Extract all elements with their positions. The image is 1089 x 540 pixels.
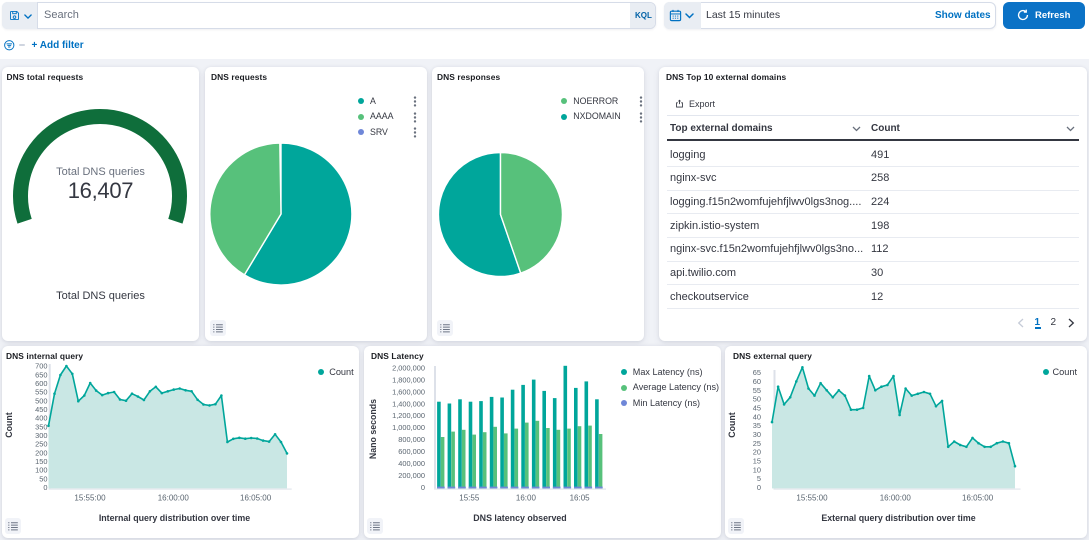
svg-text:65: 65: [753, 368, 761, 377]
svg-text:400,000: 400,000: [398, 459, 425, 468]
svg-text:16:05:00: 16:05:00: [240, 494, 272, 503]
svg-text:400: 400: [35, 414, 47, 423]
svg-text:550: 550: [35, 388, 47, 397]
svg-text:15: 15: [753, 457, 761, 466]
svg-text:20: 20: [753, 448, 761, 457]
svg-text:16:05:00: 16:05:00: [962, 494, 994, 503]
svg-text:30: 30: [753, 430, 761, 439]
svg-text:15:55:00: 15:55:00: [796, 494, 828, 503]
svg-text:15:55:00: 15:55:00: [74, 494, 106, 503]
svg-text:1,600,000: 1,600,000: [392, 387, 425, 396]
svg-text:1,400,000: 1,400,000: [392, 399, 425, 408]
svg-text:0: 0: [421, 483, 425, 492]
svg-text:16:00:00: 16:00:00: [158, 494, 190, 503]
svg-text:350: 350: [35, 422, 47, 431]
svg-text:5: 5: [757, 474, 761, 483]
svg-text:60: 60: [753, 377, 761, 386]
svg-text:600: 600: [35, 379, 47, 388]
svg-text:700: 700: [35, 362, 47, 371]
svg-text:200,000: 200,000: [398, 471, 425, 480]
svg-text:1,800,000: 1,800,000: [392, 375, 425, 384]
svg-text:25: 25: [753, 439, 761, 448]
svg-text:600,000: 600,000: [398, 447, 425, 456]
svg-text:0: 0: [43, 483, 47, 492]
svg-text:50: 50: [753, 395, 761, 404]
svg-text:500: 500: [35, 396, 47, 405]
svg-text:150: 150: [35, 457, 47, 466]
svg-text:45: 45: [753, 404, 761, 413]
svg-text:50: 50: [39, 474, 47, 483]
svg-text:0: 0: [757, 483, 761, 492]
svg-text:55: 55: [753, 386, 761, 395]
svg-text:16:00: 16:00: [516, 494, 537, 503]
svg-text:16:05: 16:05: [570, 494, 591, 503]
svg-text:200: 200: [35, 448, 47, 457]
svg-text:40: 40: [753, 412, 761, 421]
svg-text:35: 35: [753, 421, 761, 430]
svg-text:450: 450: [35, 405, 47, 414]
svg-text:300: 300: [35, 431, 47, 440]
svg-text:800,000: 800,000: [398, 435, 425, 444]
svg-text:1,000,000: 1,000,000: [392, 423, 425, 432]
svg-text:15:55: 15:55: [459, 494, 480, 503]
svg-text:10: 10: [753, 465, 761, 474]
svg-text:1,200,000: 1,200,000: [392, 411, 425, 420]
svg-text:2,000,000: 2,000,000: [392, 363, 425, 372]
svg-text:250: 250: [35, 440, 47, 449]
svg-text:650: 650: [35, 370, 47, 379]
svg-text:100: 100: [35, 466, 47, 475]
svg-text:16:00:00: 16:00:00: [880, 494, 912, 503]
